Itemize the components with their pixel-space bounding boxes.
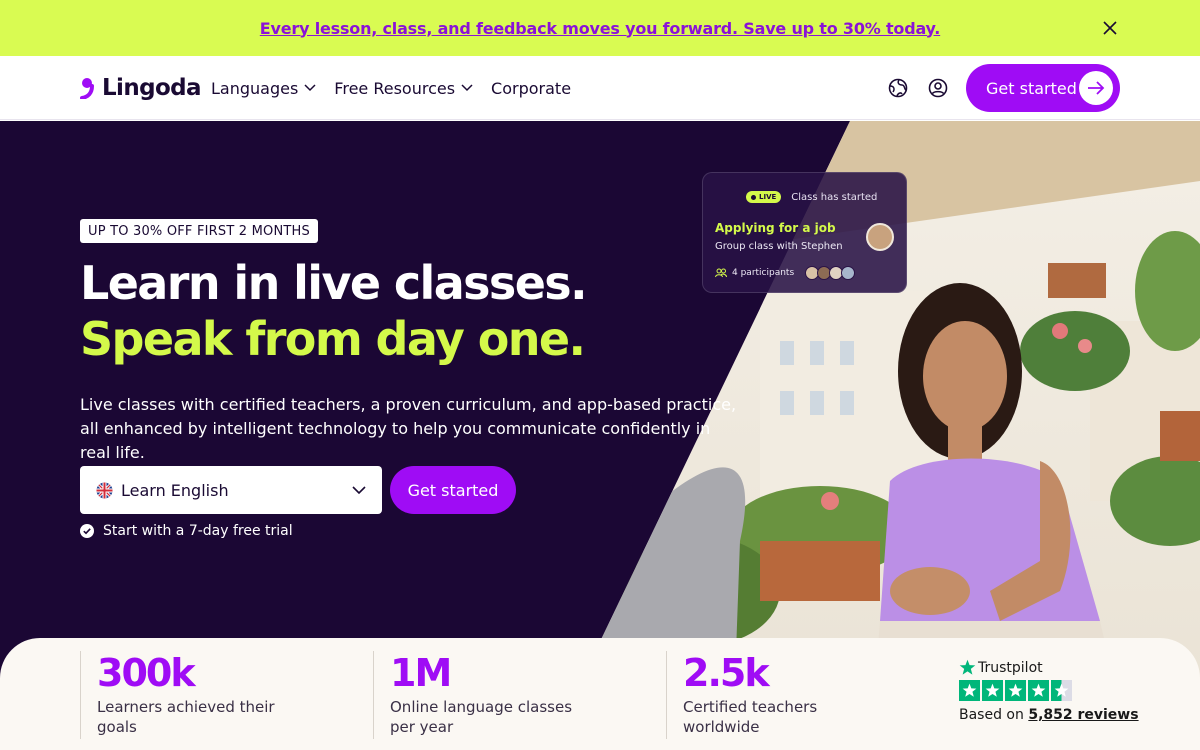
live-class-title: Applying for a job [715,221,836,235]
participants-count: 4 participants [732,268,795,278]
star-icon [982,680,1003,701]
live-class-participants: 4 participants [715,266,856,280]
live-badge: LIVE [746,191,782,203]
stat-value: 1M [390,651,452,695]
check-circle-icon [80,524,94,538]
stat-value: 2.5k [683,651,770,695]
star-icon [959,680,980,701]
live-class-card: LIVE Class has started Applying for a jo… [702,172,907,293]
free-trial-text: Start with a 7-day free trial [103,523,293,539]
hero-title: Learn in live classes. Speak from day on… [80,255,720,367]
star-icon [1028,680,1049,701]
live-dot-icon [751,194,756,200]
nav-item-free-resources[interactable]: Free Resources [334,76,473,100]
star-icon [959,659,976,675]
hero-get-started-button[interactable]: Get started [390,466,516,514]
hero-title-accent: Speak [80,312,232,366]
promo-banner-link[interactable]: Every lesson, class, and feedback moves … [260,19,941,38]
close-icon[interactable] [1098,16,1122,40]
lingoda-logo-icon [80,78,94,99]
logo-text: Lingoda [102,75,202,101]
discount-badge: UP TO 30% OFF FIRST 2 MONTHS [80,219,318,243]
stat-label: Online language classes per year [390,698,573,736]
trustpilot-brand: Trustpilot [978,659,1043,676]
button-label: Get started [986,78,1077,98]
stat-value: 300k [97,651,196,695]
arrow-right-icon [1079,71,1113,105]
header-actions: Get started [886,64,1120,112]
main-nav: Languages Free Resources Corporate [211,76,589,100]
globe-icon[interactable] [886,76,910,100]
reviews-link[interactable]: 5,852 reviews [1028,707,1138,723]
header-get-started-button[interactable]: Get started [966,64,1120,112]
hero-title-accent-2: from day one. [245,312,586,366]
stats-section: 300k Learners achieved their goals 1M On… [0,638,1200,750]
stat-teachers: 2.5k Certified teachers worldwide [666,651,893,739]
chevron-down-icon [304,84,316,92]
nav-item-label: Languages [211,78,299,98]
live-class-subtitle: Group class with Stephen [715,241,843,252]
participant-avatars [805,266,856,280]
star-icon [1005,680,1026,701]
language-select[interactable]: Learn English [80,466,382,514]
nav-item-languages[interactable]: Languages [211,76,316,100]
trustpilot-based-on: Based on [959,707,1024,723]
live-status-text: Class has started [791,191,878,203]
uk-flag-icon [96,482,113,498]
free-trial-note: Start with a 7-day free trial [80,523,293,539]
teacher-avatar [866,223,894,251]
stat-learners: 300k Learners achieved their goals [80,651,307,739]
site-header: Lingoda Languages Free Resources Corpora… [0,56,1200,120]
chevron-down-icon [352,485,366,494]
live-class-status: LIVE Class has started [746,191,877,203]
user-icon[interactable] [926,76,950,100]
nav-item-label: Free Resources [334,78,456,98]
trustpilot-reviews: Based on 5,852 reviews [959,707,1139,723]
language-select-value: Learn English [121,480,229,500]
stat-label: Certified teachers worldwide [683,698,818,736]
trustpilot-widget[interactable]: Trustpilot Based on 5,852 reviews [959,659,1139,723]
logo[interactable]: Lingoda [80,74,202,102]
trustpilot-logo: Trustpilot [959,659,1139,676]
stat-classes: 1M Online language classes per year [373,651,600,739]
hero-title-white: Learn in live classes. [80,256,588,310]
participants-icon [715,268,727,278]
avatar [841,266,856,280]
star-half-icon [1051,680,1072,701]
nav-item-label: Corporate [491,78,572,98]
hero-subtitle: Live classes with certified teachers, a … [80,395,737,462]
chevron-down-icon [461,84,473,92]
trustpilot-stars [959,680,1139,701]
promo-banner: Every lesson, class, and feedback moves … [0,0,1200,56]
nav-item-corporate[interactable]: Corporate [491,76,571,100]
live-badge-label: LIVE [759,193,777,201]
stat-label: Learners achieved their goals [97,698,275,736]
